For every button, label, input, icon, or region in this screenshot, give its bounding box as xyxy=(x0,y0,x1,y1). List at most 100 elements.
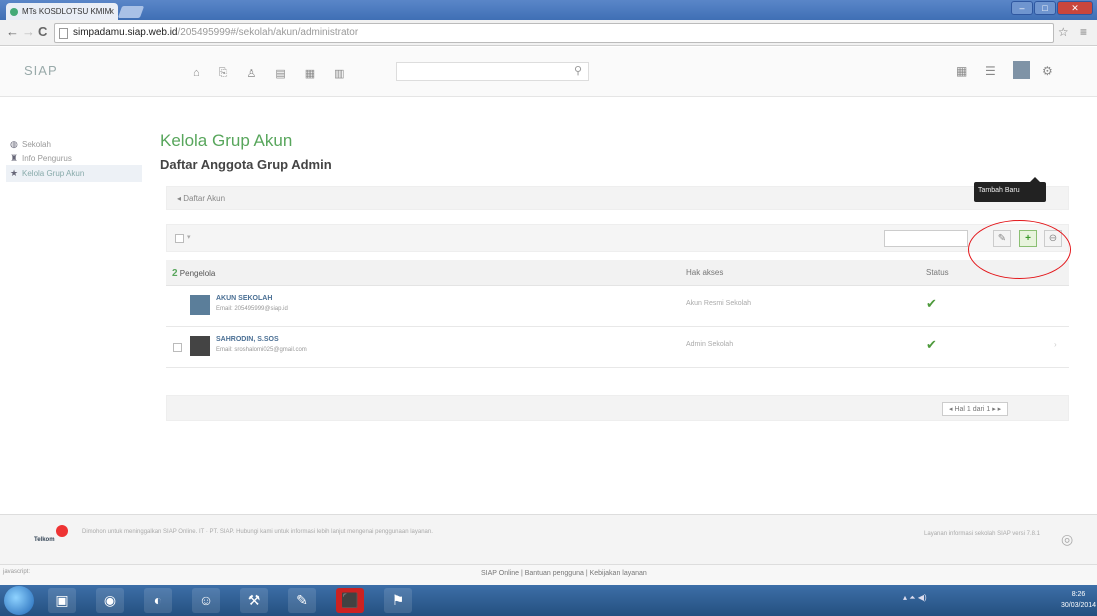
bookmark-menu-icons[interactable]: ☆ ≡ xyxy=(1058,25,1091,39)
member-header-label: Pengelola xyxy=(179,269,216,278)
pdf-reader-icon[interactable]: ⬛ xyxy=(336,588,364,613)
status-link: javascript: xyxy=(3,569,31,575)
clock-time: 8:26 xyxy=(1071,591,1086,598)
globe-icon: ◎ xyxy=(1061,531,1074,547)
clock-date: 30/03/2014 xyxy=(1061,602,1097,609)
user-icon[interactable]: ♙ xyxy=(246,67,256,80)
app-logo[interactable]: SIAP xyxy=(24,63,58,78)
sidebar-item-info-pengurus[interactable]: ♜ Info Pengurus xyxy=(10,153,72,164)
url-path: /205495999#/sekolah/akun/administrator xyxy=(177,27,359,38)
add-new-tooltip: Tambah Baru xyxy=(974,177,1046,202)
select-dropdown-icon[interactable]: ▾ xyxy=(187,233,191,241)
table-row[interactable]: SAHRODIN, S.SOS Email: sroshalomi025@gma… xyxy=(166,328,1069,368)
settings-gear-icon[interactable]: ⚙ xyxy=(1042,64,1053,78)
menu-list-icon[interactable]: ☰ xyxy=(985,64,996,78)
member-name[interactable]: AKUN SEKOLAH xyxy=(216,295,272,302)
address-bar[interactable]: simpadamu.siap.web.id/205495999#/sekolah… xyxy=(54,23,1054,43)
avatar[interactable] xyxy=(1013,61,1030,79)
page-icon xyxy=(59,28,68,39)
favicon-icon xyxy=(10,8,18,16)
back-button[interactable]: ← xyxy=(6,24,19,39)
start-button[interactable] xyxy=(4,586,34,615)
member-count: 2 xyxy=(172,268,178,279)
browser-toolbar: ← → C simpadamu.siap.web.id/205495999#/s… xyxy=(0,20,1097,46)
member-email: Email: sroshalomi025@gmail.com xyxy=(216,347,307,353)
tab-title: MTs KOSDLOTSU KMIM xyxy=(22,7,112,16)
member-count-header: 2 Pengelola xyxy=(172,268,215,279)
rights-header: Hak akses xyxy=(686,268,724,277)
sidebar-item-label: Info Pengurus xyxy=(22,154,72,163)
sidebar-item-label: Kelola Grup Akun xyxy=(22,169,85,178)
select-all-checkbox[interactable] xyxy=(175,234,184,243)
apps-grid-icon[interactable]: ▦ xyxy=(956,64,967,78)
clock[interactable]: 8:26 30/03/2014 xyxy=(1061,589,1096,611)
maximize-button[interactable]: □ xyxy=(1034,1,1056,15)
main-content: Kelola Grup Akun Daftar Anggota Grup Adm… xyxy=(150,98,1080,510)
telkom-logo: Telkom xyxy=(34,525,72,551)
table-row[interactable]: AKUN SEKOLAH Email: 205495999@siap.id Ak… xyxy=(166,287,1069,327)
page-title: Kelola Grup Akun xyxy=(160,131,293,150)
taskbar: ▣ ◉ ◐ ☺ ⚒ ✎ ⬛ ⚑ ▴ ⏶ ◀) 8:26 30/03/2014 xyxy=(0,585,1097,616)
pagination-control[interactable]: ◂ Hal 1 dari 1 ▸ ▸ xyxy=(942,402,1009,416)
user-avatar xyxy=(190,336,210,356)
row-expand-icon[interactable]: › xyxy=(1054,340,1057,349)
home-icon[interactable]: ⌂ xyxy=(193,67,200,80)
app-nav-icons: ⌂ ⎘ ♙ ▤ ▦ ▥ xyxy=(193,67,345,80)
logo-mark-icon xyxy=(56,525,68,537)
footer-notice: Dimohon untuk meninggalkan SIAP Online. … xyxy=(82,529,433,535)
search-icon[interactable]: ⚲ xyxy=(574,64,582,77)
page-footer: Telkom Dimohon untuk meninggalkan SIAP O… xyxy=(0,514,1097,564)
school-icon: ◍ xyxy=(10,139,18,149)
grid-icon[interactable]: ▦ xyxy=(305,67,315,80)
messenger-icon[interactable]: ☺ xyxy=(192,588,220,613)
sidebar-item-kelola-grup-akun[interactable]: ★ Kelola Grup Akun xyxy=(6,165,142,182)
status-check-icon: ✔ xyxy=(926,337,937,352)
search-input[interactable]: ⚲ xyxy=(396,62,589,81)
footer-links[interactable]: SIAP Online | Bantuan pengguna | Kebijak… xyxy=(481,570,647,577)
member-email: Email: 205495999@siap.id xyxy=(216,306,288,312)
editor-icon[interactable]: ✎ xyxy=(288,588,316,613)
star-icon: ★ xyxy=(10,168,19,178)
logo-text: Telkom xyxy=(34,537,55,543)
filter-input[interactable] xyxy=(884,230,968,247)
close-window-button[interactable]: ✕ xyxy=(1057,1,1093,15)
row-checkbox[interactable] xyxy=(173,343,182,352)
sidebar: ◍ Sekolah ♜ Info Pengurus ★ Kelola Grup Aku… xyxy=(0,98,146,510)
breadcrumb: ◂ Daftar Akun xyxy=(166,186,1069,210)
list-icon[interactable]: ▤ xyxy=(275,67,285,80)
app-icon[interactable]: ⚑ xyxy=(384,588,412,613)
explorer-icon[interactable]: ▣ xyxy=(48,588,76,613)
school-avatar xyxy=(190,295,210,315)
system-tray-icons[interactable]: ▴ ⏶ ◀) xyxy=(903,593,927,603)
people-icon: ♜ xyxy=(10,153,19,163)
forward-button[interactable]: → xyxy=(22,24,35,39)
status-check-icon: ✔ xyxy=(926,296,937,311)
window-controls: – □ ✕ xyxy=(1011,1,1093,16)
pagination-bar: ◂ Hal 1 dari 1 ▸ ▸ xyxy=(166,395,1069,421)
table-icon[interactable]: ▥ xyxy=(334,67,344,80)
tab-close-icon[interactable]: x xyxy=(110,6,115,16)
footer-version: Layanan informasi sekolah SIAP versi 7.8… xyxy=(924,531,1040,537)
minimize-button[interactable]: – xyxy=(1011,1,1033,15)
table-header: 2 Pengelola Hak akses Status xyxy=(166,260,1069,286)
sidebar-item-sekolah[interactable]: ◍ Sekolah xyxy=(10,139,51,150)
url-host: simpadamu.siap.web.id xyxy=(73,27,178,38)
status-header: Status xyxy=(926,268,949,277)
media-player-icon[interactable]: ◉ xyxy=(96,588,124,613)
member-rights: Admin Sekolah xyxy=(686,341,734,348)
breadcrumb-back-link[interactable]: ◂ Daftar Akun xyxy=(177,194,225,203)
app-header: SIAP ⌂ ⎘ ♙ ▤ ▦ ▥ ⚲ ▦ ☰ ⚙ xyxy=(0,47,1097,97)
highlight-circle-annotation xyxy=(968,220,1071,279)
tools-icon[interactable]: ⚒ xyxy=(240,588,268,613)
member-name[interactable]: SAHRODIN, S.SOS xyxy=(216,336,279,343)
sidebar-item-label: Sekolah xyxy=(22,140,51,149)
browser-tab[interactable]: MTs KOSDLOTSU KMIM x xyxy=(6,3,118,20)
member-rights: Akun Resmi Sekolah xyxy=(686,300,751,307)
document-icon[interactable]: ⎘ xyxy=(219,67,228,80)
browser-tab-bar: MTs KOSDLOTSU KMIM x – □ ✕ xyxy=(0,0,1097,20)
chrome-icon[interactable]: ◐ xyxy=(144,588,172,613)
status-bar: javascript: SIAP Online | Bantuan penggu… xyxy=(0,564,1097,585)
new-tab-button[interactable] xyxy=(117,6,145,18)
page-subtitle: Daftar Anggota Grup Admin xyxy=(160,157,332,172)
reload-button[interactable]: C xyxy=(38,24,47,39)
